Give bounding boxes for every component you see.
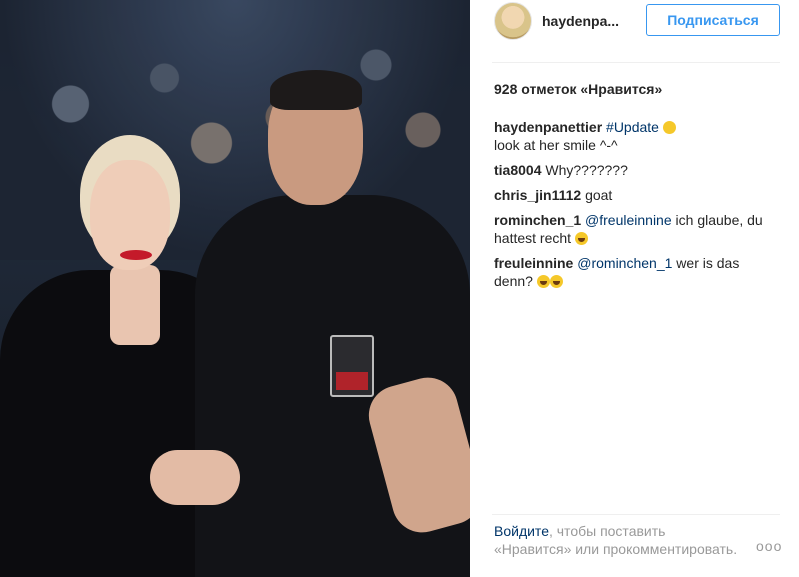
comment-author[interactable]: chris_jin1112 xyxy=(494,187,581,203)
comment-item: freuleinnine @rominchen_1 wer is das den… xyxy=(494,254,774,290)
comment-author[interactable]: rominchen_1 xyxy=(494,212,581,228)
divider xyxy=(492,514,780,515)
comment-hashtag[interactable]: #Update xyxy=(606,119,659,135)
avatar[interactable] xyxy=(494,2,532,40)
comment-item: haydenpanettier #Update look at her smil… xyxy=(494,118,774,154)
comment-author[interactable]: freuleinnine xyxy=(494,255,573,271)
laugh-emoji-icon xyxy=(549,275,563,288)
follow-button[interactable]: Подписаться xyxy=(646,4,780,36)
username-link[interactable]: hayden​pa... xyxy=(542,13,619,29)
login-link[interactable]: Войдите xyxy=(494,523,549,539)
divider xyxy=(492,62,780,63)
laugh-emoji-icon xyxy=(536,275,550,288)
comment-item: tia8004 Why??????? xyxy=(494,161,774,179)
more-options-icon[interactable]: ooo xyxy=(756,538,782,554)
comment-item: chris_jin1112 goat xyxy=(494,186,774,204)
likes-count[interactable]: 928 отметок «Нравится» xyxy=(494,81,662,97)
comment-mention[interactable]: @rominchen_1 xyxy=(577,255,672,271)
woman-lips xyxy=(120,250,152,260)
lanyard-badge-label xyxy=(336,372,368,390)
post-photo[interactable] xyxy=(0,0,470,577)
comment-text: look at her smile ^-^ xyxy=(494,137,618,153)
woman-neck xyxy=(110,265,160,345)
comment-text: Why??????? xyxy=(545,162,628,178)
man-hair xyxy=(270,70,362,110)
comment-author[interactable]: tia8004 xyxy=(494,162,541,178)
comment-item: rominchen_1 @freuleinnine ich glaube, du… xyxy=(494,211,774,247)
laugh-emoji-icon xyxy=(574,232,588,245)
comment-author[interactable]: haydenpanettier xyxy=(494,119,602,135)
post-sidebar: hayden​pa... Подписаться 928 отметок «Нр… xyxy=(470,0,799,577)
woman-hands xyxy=(150,450,240,505)
comments-list: haydenpanettier #Update look at her smil… xyxy=(494,118,774,297)
comment-text: goat xyxy=(585,187,613,203)
login-prompt: Войдите, чтобы поставить «Нравится» или … xyxy=(494,522,744,558)
smile-emoji-icon xyxy=(662,121,676,134)
comment-mention[interactable]: @freuleinnine xyxy=(585,212,672,228)
post-header: hayden​pa... Подписаться xyxy=(470,0,799,40)
